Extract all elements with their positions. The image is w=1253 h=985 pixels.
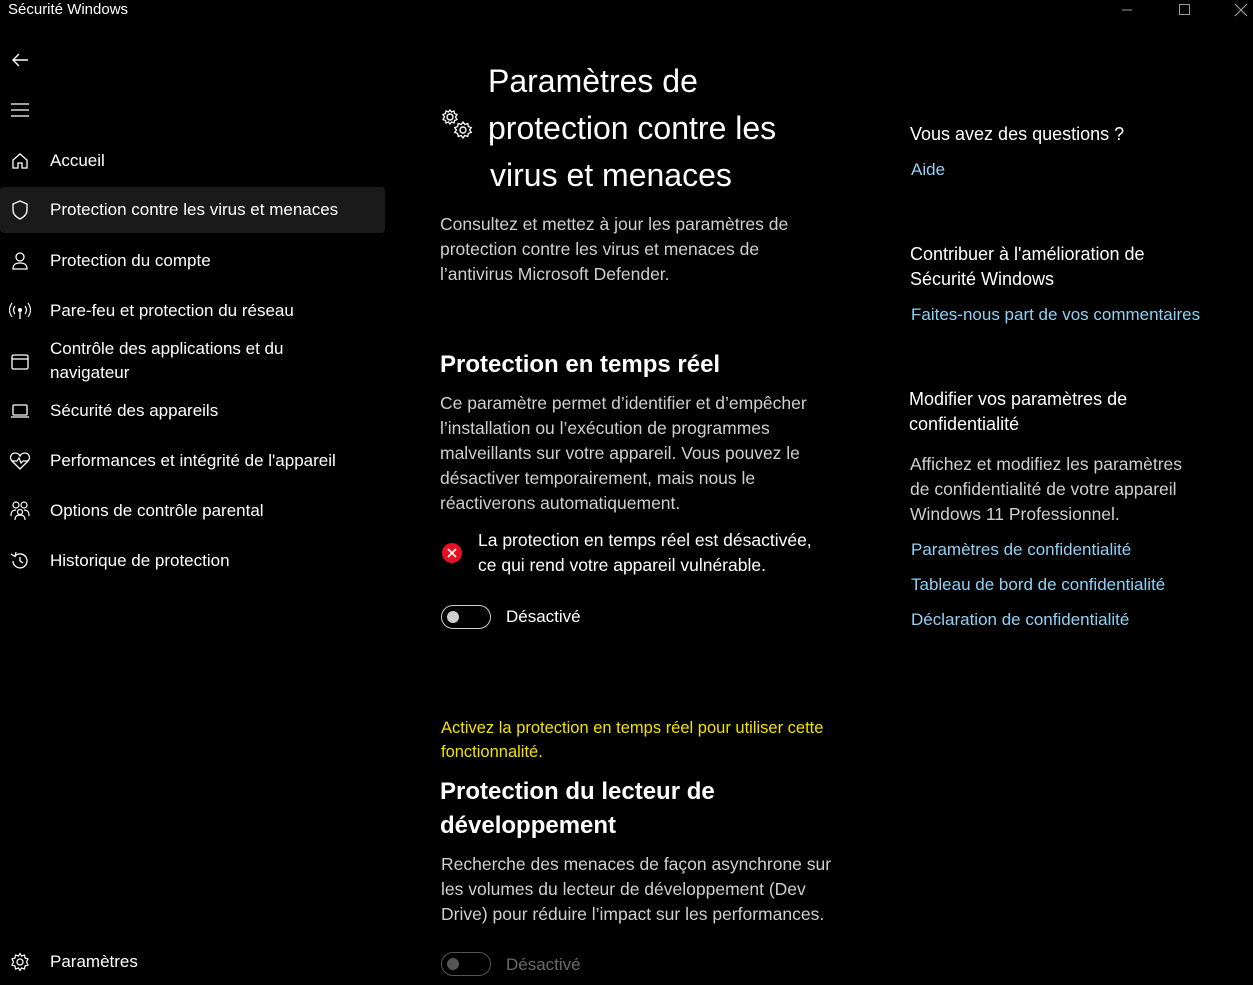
description-line: l’installation ou l’exécution de program… xyxy=(440,418,770,438)
page-title-line: Paramètres de xyxy=(488,63,698,99)
realtime-toggle-label: Désactivé xyxy=(506,607,581,626)
maximize-button[interactable] xyxy=(1161,0,1207,20)
sidebar-item-parental-options[interactable]: Options de contrôle parental xyxy=(0,488,385,534)
devdrive-toggle-label: Désactivé xyxy=(506,955,581,974)
description-line: désactiver temporairement, mais nous le xyxy=(440,468,756,488)
description-line: malveillants sur votre appareil. Vous po… xyxy=(440,443,800,463)
app-browser-icon xyxy=(8,350,32,374)
devdrive-warning: Activez la protection en temps réel pour… xyxy=(441,716,881,764)
sidebar-item-virus-protection[interactable]: Protection contre les virus et menaces xyxy=(0,187,385,233)
privacy-description: Affichez et modifiez les paramètres de c… xyxy=(910,452,1230,527)
warning-line: fonctionnalité. xyxy=(441,743,543,761)
title-line: développement xyxy=(440,812,617,839)
sidebar-item-app-browser-control[interactable]: Contrôle des applications et du navigate… xyxy=(0,337,385,387)
privacy-settings-link[interactable]: Paramètres de confidentialité xyxy=(911,537,1131,562)
devdrive-protection-description: Recherche des menaces de façon asynchron… xyxy=(441,852,881,927)
sidebar-item-account-protection[interactable]: Protection du compte xyxy=(0,238,385,284)
toggle-knob xyxy=(447,611,459,623)
sidebar-item-device-performance[interactable]: Performances et intégrité de l'appareil xyxy=(0,438,385,484)
description-line: Affichez et modifiez les paramètres xyxy=(910,454,1183,474)
improve-title: Contribuer à l'amélioration de Sécurité … xyxy=(910,242,1145,292)
sidebar-item-settings[interactable]: Paramètres xyxy=(0,939,385,985)
page-description: Consultez et mettez à jour les paramètre… xyxy=(440,212,880,287)
help-link[interactable]: Aide xyxy=(911,157,945,182)
realtime-protection-toggle[interactable] xyxy=(441,605,491,629)
history-icon xyxy=(8,549,32,573)
sidebar-item-label: Accueil xyxy=(50,151,105,170)
sidebar-item-label: Pare-feu et protection du réseau xyxy=(50,301,294,320)
description-line: les volumes du lecteur de développement … xyxy=(441,879,806,899)
back-button[interactable] xyxy=(8,48,32,72)
sidebar-item-label: Paramètres xyxy=(50,952,138,971)
page-title: Paramètres de protection contre les viru… xyxy=(488,58,848,199)
description-line: Consultez et mettez à jour les paramètre… xyxy=(440,214,789,234)
title-line: Sécurité Windows xyxy=(910,269,1055,289)
sidebar-item-device-security[interactable]: Sécurité des appareils xyxy=(0,388,385,434)
privacy-title: Modifier vos paramètres de confidentiali… xyxy=(909,387,1127,437)
home-icon xyxy=(8,149,32,173)
close-button[interactable] xyxy=(1218,0,1253,20)
sidebar-item-label: Historique de protection xyxy=(50,551,230,570)
maximize-icon xyxy=(1179,4,1190,15)
toggle-knob xyxy=(447,958,459,970)
title-line: confidentialité xyxy=(909,414,1020,434)
privacy-statement-link[interactable]: Déclaration de confidentialité xyxy=(911,607,1129,632)
title-line: Contribuer à l'amélioration de xyxy=(910,244,1145,264)
page-title-line: virus et menaces xyxy=(490,157,732,193)
wifi-antenna-icon xyxy=(8,299,32,323)
realtime-protection-title: Protection en temps réel xyxy=(440,351,721,378)
description-line: l’antivirus Microsoft Defender. xyxy=(440,264,670,284)
heart-pulse-icon xyxy=(8,449,32,473)
laptop-icon xyxy=(8,399,32,423)
sidebar-item-firewall[interactable]: Pare-feu et protection du réseau xyxy=(0,288,385,334)
realtime-protection-description: Ce paramètre permet d’identifier et d’em… xyxy=(440,391,880,516)
sidebar-item-accueil[interactable]: Accueil xyxy=(0,138,385,184)
page-title-line: protection contre les xyxy=(488,110,777,146)
privacy-dashboard-link[interactable]: Tableau de bord de confidentialité xyxy=(911,572,1165,597)
sidebar-item-label: Sécurité des appareils xyxy=(50,401,219,420)
sidebar-item-protection-history[interactable]: Historique de protection xyxy=(0,538,385,584)
sidebar-item-label: Options de contrôle parental xyxy=(50,501,264,520)
back-arrow-icon xyxy=(12,53,28,67)
shield-icon xyxy=(8,198,32,222)
sidebar-item-label: Performances et intégrité de l'appareil xyxy=(50,451,336,470)
feedback-link[interactable]: Faites-nous part de vos commentaires xyxy=(911,302,1200,327)
hamburger-icon xyxy=(11,103,29,117)
error-icon xyxy=(441,542,463,569)
sidebar-item-label: Protection contre les virus et menaces xyxy=(50,200,339,219)
devdrive-protection-toggle[interactable] xyxy=(441,952,491,976)
title-line: Modifier vos paramètres de xyxy=(909,389,1128,409)
description-line: Ce paramètre permet d’identifier et d’em… xyxy=(440,393,807,413)
person-icon xyxy=(8,249,32,273)
menu-button[interactable] xyxy=(8,98,32,122)
minimize-icon xyxy=(1122,9,1132,11)
title-line: Protection du lecteur de xyxy=(440,778,715,805)
gears-icon xyxy=(440,108,476,147)
alert-line: La protection en temps réel est désactiv… xyxy=(478,530,812,550)
warning-line: Activez la protection en temps réel pour… xyxy=(441,719,824,737)
realtime-protection-alert: La protection en temps réel est désactiv… xyxy=(478,528,812,578)
minimize-button[interactable] xyxy=(1104,0,1150,20)
window-title: Sécurité Windows xyxy=(8,1,129,18)
sidebar-item-label: Protection du compte xyxy=(50,251,211,270)
close-icon xyxy=(1234,3,1248,17)
description-line: réactiverons automatiquement. xyxy=(440,493,681,513)
alert-line: ce qui rend votre appareil vulnérable. xyxy=(478,555,766,575)
description-line: protection contre les virus et menaces d… xyxy=(440,239,760,259)
sidebar-item-label-line2: navigateur xyxy=(50,363,130,382)
description-line: de confidentialité de votre appareil xyxy=(910,479,1177,499)
gear-icon xyxy=(8,950,32,974)
description-line: Drive) pour réduire l’impact sur les per… xyxy=(441,904,825,924)
description-line: Windows 11 Professionnel. xyxy=(910,504,1120,524)
sidebar-item-label-line1: Contrôle des applications et du xyxy=(50,339,284,358)
description-line: Recherche des menaces de façon asynchron… xyxy=(441,854,832,874)
devdrive-protection-title: Protection du lecteur de développement xyxy=(440,775,715,843)
family-icon xyxy=(8,499,32,523)
questions-title: Vous avez des questions ? xyxy=(910,124,1125,144)
